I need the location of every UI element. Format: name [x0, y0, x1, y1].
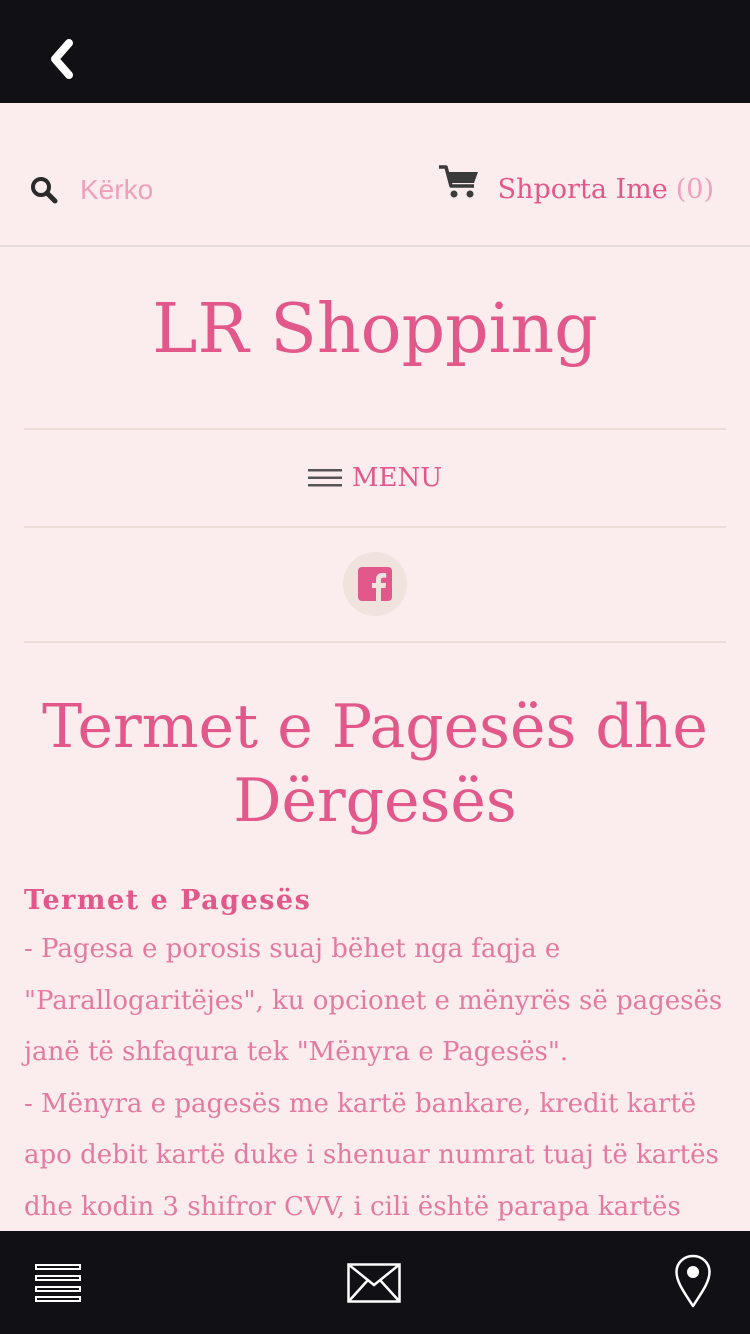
list-tab-button[interactable] [28, 1255, 88, 1311]
store-header: Kërko Shporta Ime (0) [0, 103, 750, 247]
back-chevron-icon [51, 39, 73, 79]
facebook-icon [358, 567, 392, 601]
search-icon [31, 177, 58, 204]
hamburger-icon [307, 469, 342, 487]
menu-label: MENU [351, 463, 443, 493]
location-tab-button[interactable] [670, 1253, 716, 1309]
section-heading: Termet e Pagesës [24, 885, 312, 916]
store-logo-title[interactable]: LR Shopping [0, 290, 750, 369]
paragraph: - Pagesa e porosis suaj bëhet nga faqja … [24, 934, 723, 1068]
search-input[interactable]: Kërko [80, 174, 153, 206]
list-icon [35, 1264, 81, 1302]
cart-icon [438, 165, 478, 198]
back-button[interactable] [40, 36, 84, 82]
cart-button[interactable]: Shporta Ime (0) [438, 159, 714, 219]
bottom-tab-bar [0, 1231, 750, 1334]
page-title: Termet e Pagesës dhe Dërgesës [42, 692, 708, 836]
mail-icon [347, 1263, 401, 1303]
divider [24, 428, 726, 430]
cart-count: (0) [675, 173, 714, 205]
divider [24, 526, 726, 528]
location-pin-icon [675, 1254, 711, 1308]
cart-label: Shporta Ime [497, 173, 668, 205]
facebook-link[interactable] [343, 552, 407, 616]
mail-tab-button[interactable] [344, 1255, 404, 1311]
page-content: Termet e Pagesës - Pagesa e porosis suaj… [24, 878, 726, 1285]
menu-toggle[interactable]: MENU [0, 452, 750, 504]
top-bar [0, 0, 750, 103]
divider [24, 641, 726, 643]
search-field[interactable]: Kërko [30, 165, 153, 215]
